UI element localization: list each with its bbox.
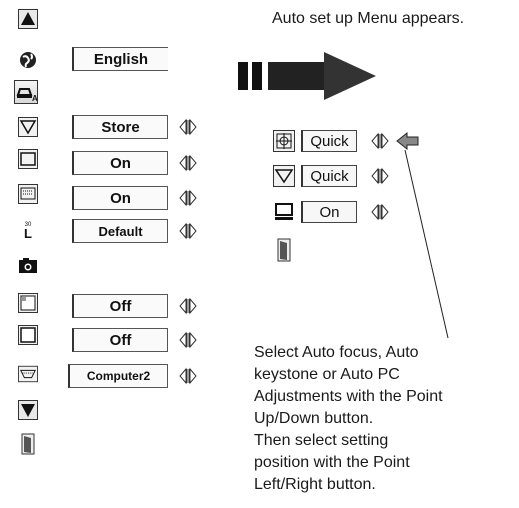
input-icon[interactable]: [18, 364, 38, 384]
frame-left-right-icon[interactable]: [178, 329, 198, 351]
up-arrow-icon[interactable]: [18, 9, 38, 29]
keystone-value: Store: [72, 115, 168, 139]
frame-icon[interactable]: [18, 325, 38, 345]
input-left-right-icon[interactable]: [178, 365, 198, 387]
blank-screen-icon[interactable]: [18, 293, 38, 313]
auto-pc-adjust-left-right-icon[interactable]: [370, 201, 390, 223]
screen-icon[interactable]: [18, 149, 38, 169]
capture-icon[interactable]: [18, 256, 38, 276]
instruction-line: Up/Down button.: [254, 410, 374, 427]
input-value: Computer2: [68, 364, 168, 388]
display-left-right-icon[interactable]: [178, 187, 198, 209]
auto-focus-value: Quick: [301, 130, 357, 152]
auto-focus-left-right-icon[interactable]: [370, 130, 390, 152]
blank-left-right-icon[interactable]: [178, 295, 198, 317]
blank-value: Off: [72, 294, 168, 318]
auto-setup-icon[interactable]: A: [14, 80, 38, 104]
leader-line: [400, 149, 460, 345]
instructions-text: Select Auto focus, Auto keystone or Auto…: [254, 342, 516, 496]
instruction-line: keystone or Auto PC: [254, 366, 400, 383]
svg-text:L: L: [24, 226, 32, 240]
auto-setup-caption: Auto set up Menu appears.: [272, 10, 465, 27]
logo-icon[interactable]: 30 L: [18, 219, 38, 240]
language-value: English: [72, 47, 168, 71]
auto-keystone-left-right-icon[interactable]: [370, 165, 390, 187]
instruction-line: position with the Point: [254, 454, 410, 471]
instruction-line: Then select setting: [254, 432, 389, 449]
screen-left-right-icon[interactable]: [178, 152, 198, 174]
instruction-line: Adjustments with the Point: [254, 388, 443, 405]
instruction-line: Select Auto focus, Auto: [254, 344, 419, 361]
screen-value: On: [72, 151, 168, 175]
keystone-left-right-icon[interactable]: [178, 116, 198, 138]
logo-value: Default: [72, 219, 168, 243]
display-value: On: [72, 186, 168, 210]
display-icon[interactable]: [18, 184, 38, 204]
down-arrow-icon[interactable]: [18, 400, 38, 420]
logo-left-right-icon[interactable]: [178, 220, 198, 242]
auto-keystone-value: Quick: [301, 165, 357, 187]
auto-setup-exit-icon[interactable]: [274, 238, 294, 262]
big-right-arrow-icon: [236, 50, 378, 107]
auto-focus-icon[interactable]: [273, 130, 295, 152]
frame-value: Off: [72, 328, 168, 352]
globe-icon[interactable]: [18, 50, 38, 70]
auto-pc-adjust-icon[interactable]: [273, 201, 295, 223]
instruction-line: Left/Right button.: [254, 476, 376, 493]
keystone-icon[interactable]: [18, 117, 38, 137]
auto-keystone-icon[interactable]: [273, 165, 295, 187]
auto-pc-adjust-value: On: [301, 201, 357, 223]
exit-door-icon[interactable]: [18, 433, 38, 455]
svg-text:A: A: [32, 94, 37, 102]
